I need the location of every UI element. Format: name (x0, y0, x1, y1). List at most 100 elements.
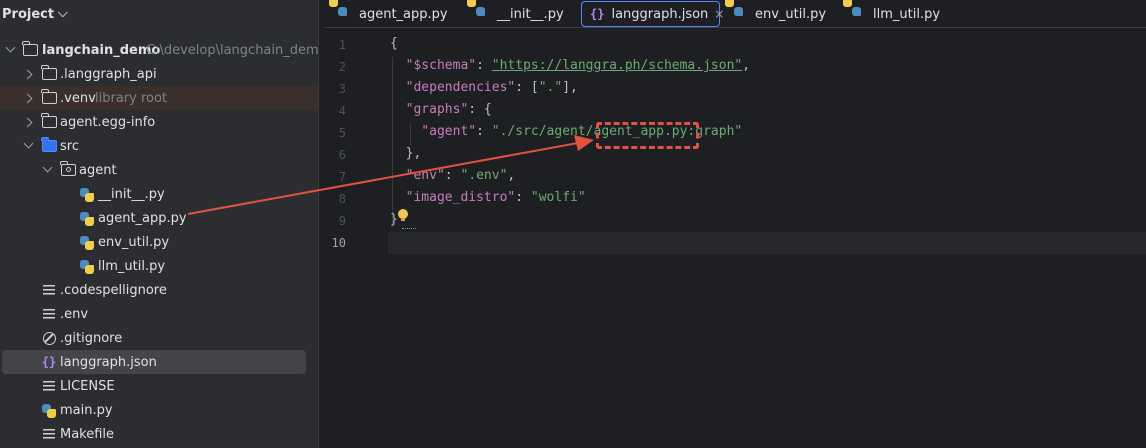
tree-item-label: .gitignore (60, 330, 123, 346)
tree-item-langgraph-api[interactable]: .langgraph_api (0, 62, 318, 86)
tab-label: llm_util.py (873, 6, 941, 22)
tree-item-label: __init__.py (98, 186, 165, 202)
tab-env-util[interactable]: env_util.py (725, 0, 826, 28)
tree-item-egg-info[interactable]: agent.egg-info (0, 110, 318, 134)
tree-item-agent-app[interactable]: agent_app.py (0, 206, 318, 230)
tab-llm-util[interactable]: llm_util.py (843, 0, 941, 28)
python-file-icon (843, 0, 866, 21)
editor-tabs: agent_app.py __init__.py {} langgraph.js… (324, 0, 1146, 28)
tree-item-label: langgraph.json (60, 354, 157, 370)
code-line-6: }, (405, 146, 422, 161)
tree-root[interactable]: langchain_demo C:\develop\langchain_demo (0, 38, 318, 62)
tree-item-label: .codespellignore (60, 282, 167, 298)
tree-item-label: agent_app.py (98, 210, 187, 226)
text-file-icon (41, 426, 57, 442)
folder-icon (41, 89, 57, 106)
tree-item-label: main.py (60, 402, 113, 418)
chevron-right-icon[interactable] (22, 93, 33, 104)
tree-item-init[interactable]: __init__.py (0, 182, 318, 206)
python-file-icon (79, 235, 95, 251)
code-line-8: "image_distro": "wolfi" (405, 190, 586, 205)
code-line-4: "graphs": { (405, 102, 492, 117)
python-file-icon (329, 0, 352, 21)
tree-item-main[interactable]: main.py (0, 398, 318, 422)
tree-item-langgraph-json[interactable]: {} langgraph.json (0, 350, 318, 374)
line-number: 8 (338, 192, 346, 206)
tree-item-label: .venv (60, 90, 96, 106)
line-number: 1 (338, 38, 346, 52)
library-root-hint: library root (95, 90, 168, 106)
tree-item-label: env_util.py (98, 234, 170, 250)
current-line-highlight (388, 232, 1146, 254)
package-folder-icon (60, 161, 76, 178)
code-line-1: { (390, 36, 398, 51)
line-number: 3 (338, 82, 346, 96)
code-line-2: "$schema": "https://langgra.ph/schema.js… (405, 58, 751, 73)
code-editor[interactable]: 1 2 3 4 5 6 7 8 9 10 { "$schema": "https… (324, 29, 1146, 448)
tree-item-label: llm_util.py (98, 258, 166, 274)
tab-label: langgraph.json (611, 6, 709, 22)
tree-item-codespellignore[interactable]: .codespellignore (0, 278, 318, 302)
line-number: 10 (331, 236, 346, 250)
tree-item-label: .env (60, 306, 89, 322)
line-number: 4 (338, 104, 346, 118)
tree-item-gitignore[interactable]: .gitignore (0, 326, 318, 350)
tree-item-llm-util[interactable]: llm_util.py (0, 254, 318, 278)
project-panel: Project langchain_demo C:\develop\langch… (0, 0, 318, 448)
text-file-icon (41, 306, 57, 322)
root-name: langchain_demo (42, 42, 161, 58)
text-file-icon (41, 282, 57, 298)
python-file-icon (79, 187, 95, 203)
tree-item-venv[interactable]: .venv library root (0, 86, 318, 110)
tab-label: __init__.py (497, 6, 564, 22)
tree-item-label: agent (79, 162, 117, 178)
tree-item-license[interactable]: LICENSE (0, 374, 318, 398)
line-number: 5 (338, 126, 346, 140)
chevron-down-icon[interactable] (23, 138, 34, 149)
root-path: C:\develop\langchain_demo (146, 42, 318, 58)
chevron-down-icon[interactable] (5, 42, 16, 53)
tree-item-makefile[interactable]: Makefile (0, 422, 318, 446)
project-header[interactable]: Project (0, 0, 318, 28)
tree-item-agent[interactable]: agent (0, 158, 318, 182)
tree-item-label: .langgraph_api (60, 66, 157, 82)
chevron-right-icon[interactable] (22, 69, 33, 80)
tab-agent-app[interactable]: agent_app.py (329, 0, 448, 28)
tree-item-label: LICENSE (60, 378, 115, 394)
chevron-right-icon[interactable] (22, 117, 33, 128)
tree-item-label: agent.egg-info (60, 114, 156, 130)
line-number: 7 (338, 170, 346, 184)
line-number: 9 (338, 214, 346, 228)
close-icon[interactable]: × (714, 7, 724, 21)
python-file-icon (41, 403, 57, 419)
tree-item-label: Makefile (60, 426, 115, 442)
python-file-icon (467, 0, 490, 21)
python-file-icon (725, 0, 748, 21)
line-number: 2 (338, 60, 346, 74)
tab-langgraph-json[interactable]: {} langgraph.json × (581, 1, 724, 27)
tree-item-label: src (60, 138, 79, 154)
code-line-3: "dependencies": ["."], (405, 80, 578, 95)
line-number: 6 (338, 148, 346, 162)
project-title: Project (2, 6, 55, 22)
folder-icon (41, 65, 57, 82)
annotation-highlight-box (596, 122, 699, 149)
folder-icon (22, 41, 38, 58)
code-line-9: } (390, 212, 398, 227)
tab-init[interactable]: __init__.py (467, 0, 564, 28)
tree-item-env[interactable]: .env (0, 302, 318, 326)
ignore-file-icon (41, 330, 57, 346)
chevron-down-icon[interactable] (57, 6, 68, 17)
tree-item-env-util[interactable]: env_util.py (0, 230, 318, 254)
chevron-down-icon[interactable] (42, 162, 53, 173)
source-folder-icon (41, 137, 57, 154)
tab-label: agent_app.py (359, 6, 448, 22)
python-file-icon (79, 211, 95, 227)
text-file-icon (41, 378, 57, 394)
python-file-icon (79, 259, 95, 275)
tree-item-src[interactable]: src (0, 134, 318, 158)
json-file-icon: {} (41, 355, 57, 369)
folder-icon (41, 113, 57, 130)
lightbulb-icon[interactable] (398, 209, 408, 222)
json-file-icon: {} (590, 7, 605, 21)
